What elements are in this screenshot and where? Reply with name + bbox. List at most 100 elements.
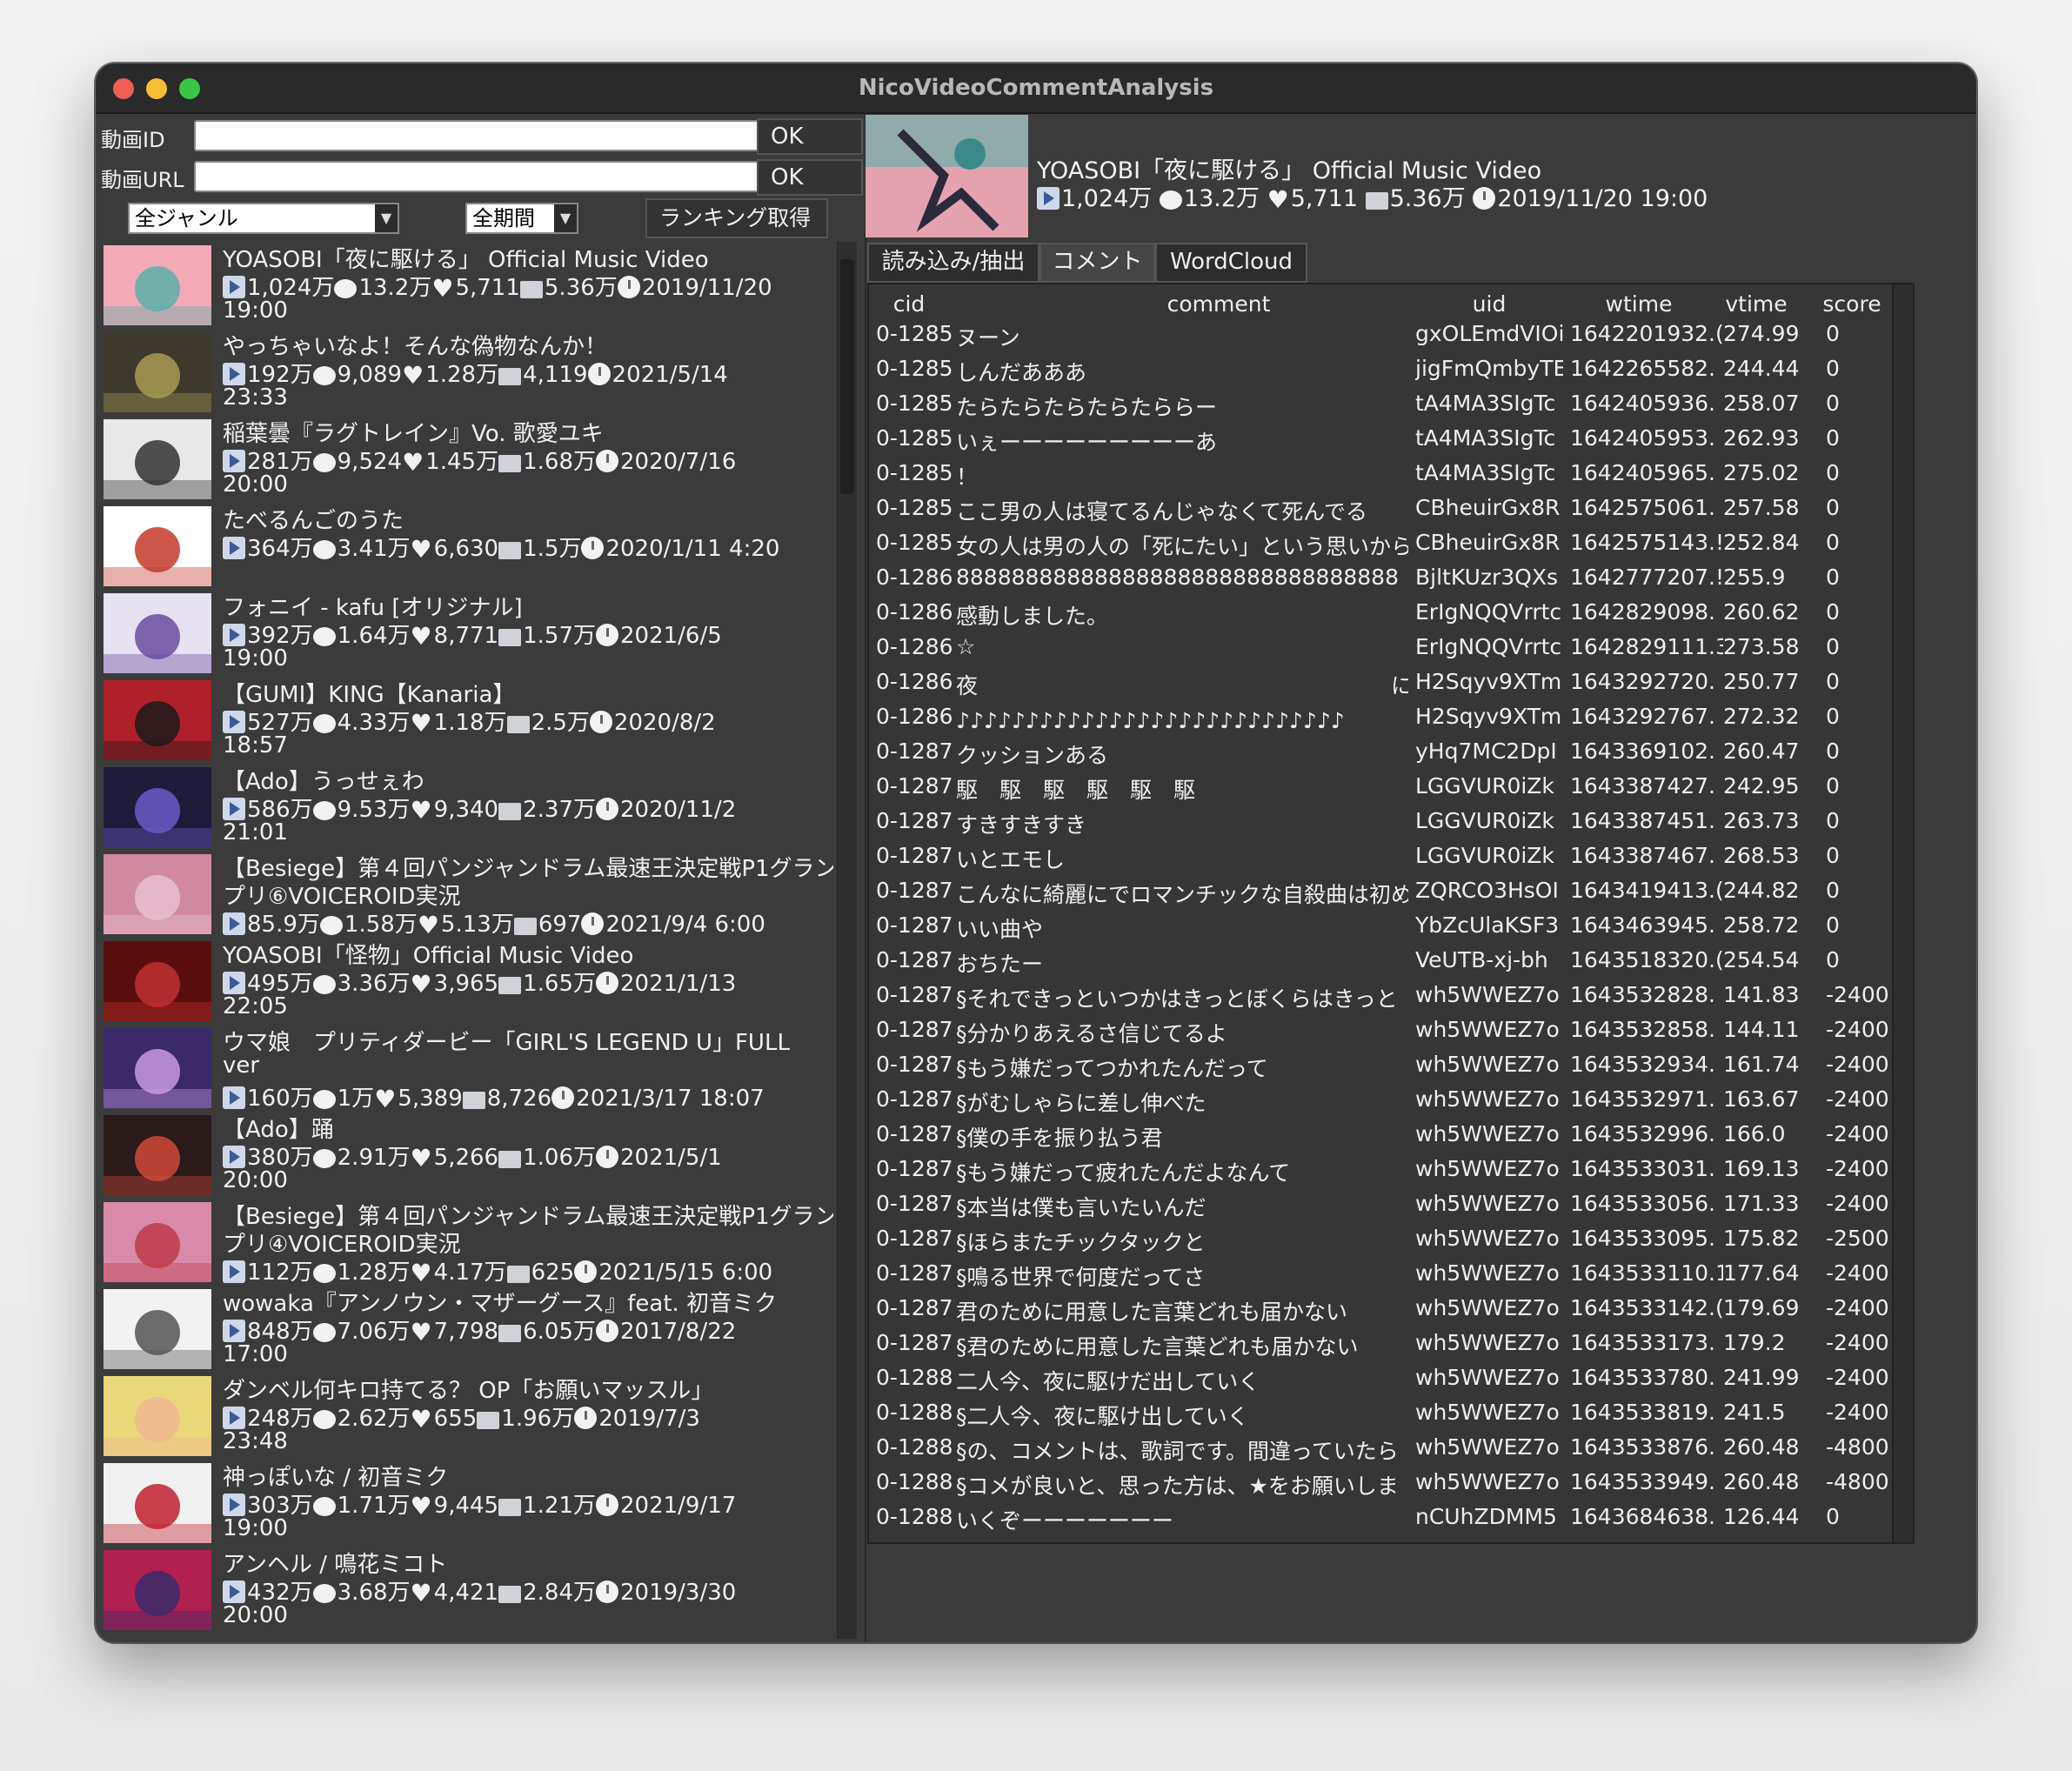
- heart-icon: ♥: [402, 448, 424, 477]
- ranking-list-item[interactable]: やっちゃいなよ！そんな偽物なんか！ 192万 9,089♥1.28万 4,119 202…: [99, 329, 833, 416]
- heart-icon: ♥: [410, 622, 432, 651]
- table-row[interactable]: 0-1288 いくぞーーーーーーー nCUhZDMM5 1643684638. 126.…: [869, 1504, 1895, 1539]
- video-thumbnail: [104, 1028, 211, 1108]
- cell-vtime: 241.5: [1723, 1400, 1786, 1425]
- ranking-list-item[interactable]: YOASOBI「怪物」Official Music Video 495万 3.36万…: [99, 938, 833, 1025]
- table-row[interactable]: 0-1285 しんだあああ jigFmQmbyTE 1642265582. 244.44…: [869, 356, 1895, 391]
- cell-vtime: 166.0: [1723, 1121, 1786, 1146]
- period-select[interactable]: 全期間 ▼: [465, 203, 578, 234]
- cell-cid: 0-1287: [876, 1121, 953, 1146]
- ranking-list-item[interactable]: wowaka『アンノウン・マザーグース』feat. 初音ミク 848万 7.06万♥…: [99, 1286, 833, 1373]
- table-row[interactable]: 0-1287 §本当は僕も言いたいんだ wh5WWEZ7o 1643533056. 17…: [869, 1191, 1895, 1226]
- mylist-folder-icon: [498, 1499, 522, 1516]
- cell-cid: 0-1287: [876, 1191, 953, 1216]
- mylist-folder-icon: [498, 368, 522, 385]
- split-divider[interactable]: [865, 112, 866, 1642]
- scrollbar-thumb[interactable]: [840, 259, 854, 494]
- table-row[interactable]: 0-1287 クッションある yHq7MC2DpI 1643369102. 260.47…: [869, 738, 1895, 773]
- table-row[interactable]: 0-1287 §鳴る世界で何度だってさ wh5WWEZ7o 1643533110.1 1…: [869, 1260, 1895, 1295]
- chevron-down-icon: ▼: [554, 204, 577, 232]
- table-row[interactable]: 0-1286 88888888888888888888888888888888 Bj…: [869, 565, 1895, 599]
- cell-uid: LGGVUR0iZk: [1415, 773, 1554, 799]
- video-time: 20:00: [223, 1167, 288, 1193]
- table-row[interactable]: 0-1286 感動しました。 ErIgNQQVrrtc 1642829098. 260.…: [869, 599, 1895, 634]
- table-row[interactable]: 0-1285 ヌーン gxOLEmdVIOi 1642201932.(274.99 0: [869, 321, 1895, 356]
- ranking-list-item[interactable]: ウマ娘 プリティダービー「GIRL'S LEGEND U」FULL ver 160万…: [99, 1025, 833, 1113]
- table-row[interactable]: 0-1288 §コメが良いと、思った方は、★をお願いしま wh5WWEZ7o 1643…: [869, 1469, 1895, 1504]
- table-row[interactable]: 0-1287 君のために用意した言葉どれも届かない wh5WWEZ7o 1643533…: [869, 1295, 1895, 1330]
- tab-wordcloud[interactable]: WordCloud: [1155, 243, 1307, 283]
- ranking-list-item[interactable]: YOASOBI「夜に駆ける」 Official Music Video 1,024…: [99, 242, 833, 329]
- ranking-list-item[interactable]: 【Besiege】第４回パンジャンドラム最速王決定戦P1グラン プリ⑥VOICER…: [99, 851, 833, 939]
- video-id-ok-button[interactable]: OK: [757, 118, 863, 155]
- cell-comment: §それできっといつかはきっとぼくらはきっと: [956, 986, 1398, 1012]
- table-row[interactable]: 0-1288 §の、コメントは、歌詞です。間違っていたら wh5WWEZ7o 1643…: [869, 1434, 1895, 1469]
- table-row[interactable]: 0-1286 ☆ ErIgNQQVrrtc 1642829111.3 273.58 0: [869, 634, 1895, 669]
- table-row[interactable]: 0-1288 二人今、夜に駆けだ出していく wh5WWEZ7o 1643533780.…: [869, 1365, 1895, 1400]
- video-url-input[interactable]: [194, 161, 851, 192]
- ranking-list-item[interactable]: 【Ado】踊 380万 2.91万♥5,266 1.06万 2021/5/1 20:00: [99, 1112, 833, 1199]
- table-row[interactable]: 0-1287 いい曲や YbZcUlaKSF3 1643463945. 258.72 0: [869, 912, 1895, 947]
- table-row[interactable]: 0-1287 §がむしゃらに差し伸べた wh5WWEZ7o 1643532971. 16…: [869, 1086, 1895, 1121]
- column-header-wtime[interactable]: wtime: [1565, 291, 1713, 317]
- column-header-vtime[interactable]: vtime: [1704, 291, 1808, 317]
- table-row[interactable]: 0-1287 §分かりあえるさ信じてるよ wh5WWEZ7o 1643532858. 1…: [869, 1017, 1895, 1052]
- column-header-cid[interactable]: cid: [869, 291, 949, 317]
- stat-likes: 6,630: [433, 536, 499, 562]
- comment-table[interactable]: cid comment uid wtime vtime score 0-1285…: [867, 283, 1915, 1544]
- ranking-list-item[interactable]: ダンベル何キロ持てる？ OP「お願いマッスル」 248万 2.62万♥655 1.96…: [99, 1373, 833, 1460]
- clock-icon: [596, 1581, 618, 1603]
- tab-comment[interactable]: コメント: [1039, 243, 1155, 283]
- ranking-list-item[interactable]: アンヘル / 鳴花ミコト 432万 3.68万♥4,421 2.84万 2019/3/3…: [99, 1547, 833, 1634]
- table-row[interactable]: 0-1287 §もう嫌だって疲れたんだよなんて wh5WWEZ7o 164353303…: [869, 1156, 1895, 1191]
- ranking-list-item[interactable]: 【Ado】うっせぇわ 586万 9.53万♥9,340 2.37万 2020/11/2 2…: [99, 764, 833, 851]
- get-ranking-button[interactable]: ランキング取得: [645, 198, 828, 238]
- cell-vtime: 260.47: [1723, 738, 1800, 764]
- column-header-uid[interactable]: uid: [1415, 291, 1563, 317]
- table-row[interactable]: 0-1285 女の人は男の人の「死にたい」という思いから CBheuirGx8R 16…: [869, 530, 1895, 565]
- table-row[interactable]: 0-1285 たらたらたらたらたららー tA4MA3SIgTc 1642405936.…: [869, 391, 1895, 425]
- ranking-list-item[interactable]: 【GUMI】KING【Kanaria】 527万 4.33万♥1.18万 2.5万 20…: [99, 677, 833, 764]
- table-row[interactable]: 0-1287 駆 駆 駆 駆 駆 駆 LGGVUR0iZk 1643387427. 24…: [869, 773, 1895, 808]
- stat-likes: 5,266: [433, 1145, 499, 1171]
- cell-cid: 0-1285: [876, 321, 953, 346]
- ranking-list-item[interactable]: 【Besiege】第４回パンジャンドラム最速王決定戦P1グラン プリ④VOICER…: [99, 1199, 833, 1287]
- column-header-score[interactable]: score: [1808, 291, 1895, 317]
- table-row[interactable]: 0-1287 いとエモし LGGVUR0iZk 1643387467. 268.53 0: [869, 843, 1895, 878]
- cell-comment: ♪♪♪♪♪♪♪♪♪♪♪♪♪♪♪♪♪♪♪♪♪♪♪♪♪♪♪♪ ♪♪♪: [956, 708, 1408, 733]
- video-url-ok-button[interactable]: OK: [757, 159, 863, 196]
- cell-comment: 二人今、夜に駆けだ出していく: [956, 1369, 1260, 1394]
- ranking-list-item[interactable]: 神っぽいな / 初音ミク 303万 1.71万♥9,445 1.21万 2021/9/1…: [99, 1460, 833, 1547]
- column-header-comment[interactable]: comment: [958, 291, 1480, 317]
- ranking-list-item[interactable]: 稲葉曇『ラグトレイン』Vo. 歌愛ユキ 281万 9,524♥1.45万 1.68万 2…: [99, 416, 833, 503]
- genre-select[interactable]: 全ジャンル ▼: [128, 203, 399, 234]
- table-row[interactable]: 0-1287 §僕の手を振り払う君 wh5WWEZ7o 1643532996. 166.…: [869, 1121, 1895, 1156]
- table-row[interactable]: 0-1288 §二人今、夜に駆け出していく wh5WWEZ7o 1643533819.…: [869, 1400, 1895, 1434]
- selected-comments: 13.2万: [1183, 185, 1260, 212]
- ranking-list-item[interactable]: フォニイ - kafu [オリジナル] 392万 1.64万♥8,771 1.57万 2…: [99, 590, 833, 677]
- table-row[interactable]: 0-1285 いぇーーーーーーーーーあ tA4MA3SIgTc 1642405953.…: [869, 425, 1895, 460]
- ranking-list[interactable]: YOASOBI「夜に駆ける」 Official Music Video 1,024…: [99, 242, 833, 1639]
- tab-load-extract[interactable]: 読み込み/抽出: [867, 243, 1039, 283]
- table-row[interactable]: 0-1287 §君のために用意した言葉どれも届かない wh5WWEZ7o 164353…: [869, 1330, 1895, 1365]
- table-row[interactable]: 0-1285 ここ男の人は寝てるんじゃなくて死んでる CBheuirGx8R 1642…: [869, 495, 1895, 530]
- clock-icon: [596, 450, 618, 472]
- comment-table-scrollbar[interactable]: [1892, 284, 1913, 1542]
- table-row[interactable]: 0-1285！ tA4MA3SIgTc 1642405965. 275.02 0: [869, 460, 1895, 495]
- video-id-input[interactable]: [194, 120, 851, 151]
- table-row[interactable]: 0-1286 ♪♪♪♪♪♪♪♪♪♪♪♪♪♪♪♪♪♪♪♪♪♪♪♪♪♪♪♪ ♪♪♪ H2…: [869, 704, 1895, 738]
- table-row[interactable]: 0-1287 §それできっといつかはきっとぼくらはきっと wh5WWEZ7o 1643…: [869, 982, 1895, 1017]
- cell-uid: wh5WWEZ7o: [1415, 1400, 1560, 1425]
- table-row[interactable]: 0-1287 §もう嫌だってつかれたんだって wh5WWEZ7o 1643532934…: [869, 1052, 1895, 1086]
- comment-icon: [312, 366, 336, 385]
- table-row[interactable]: 0-1287 おちたー VeUTB-xj-bh 1643518320.(254.54 0: [869, 947, 1895, 982]
- stat-comments: 1.64万: [337, 623, 411, 649]
- cell-wtime: 1642265582.: [1570, 356, 1716, 381]
- table-row[interactable]: 0-1287 すきすきすき LGGVUR0iZk 1643387451. 263.73 0: [869, 808, 1895, 843]
- stat-likes: 4,421: [433, 1580, 499, 1606]
- table-row[interactable]: 0-1287 こんなに綺麗にでロマンチックな自殺曲は初め ZQRCO3HsOI 164…: [869, 878, 1895, 912]
- ranking-list-scrollbar[interactable]: [837, 242, 857, 1639]
- ranking-list-item[interactable]: たべるんごのうた 364万 3.41万♥6,630 1.5万 2020/1/11 4:2…: [99, 503, 833, 590]
- table-row[interactable]: 0-1287 §ほらまたチックタックと wh5WWEZ7o 1643533095. 17…: [869, 1226, 1895, 1260]
- table-row[interactable]: 0-1286 夜 に H2Sqyv9XTm 1643292720. 250.77 0: [869, 669, 1895, 704]
